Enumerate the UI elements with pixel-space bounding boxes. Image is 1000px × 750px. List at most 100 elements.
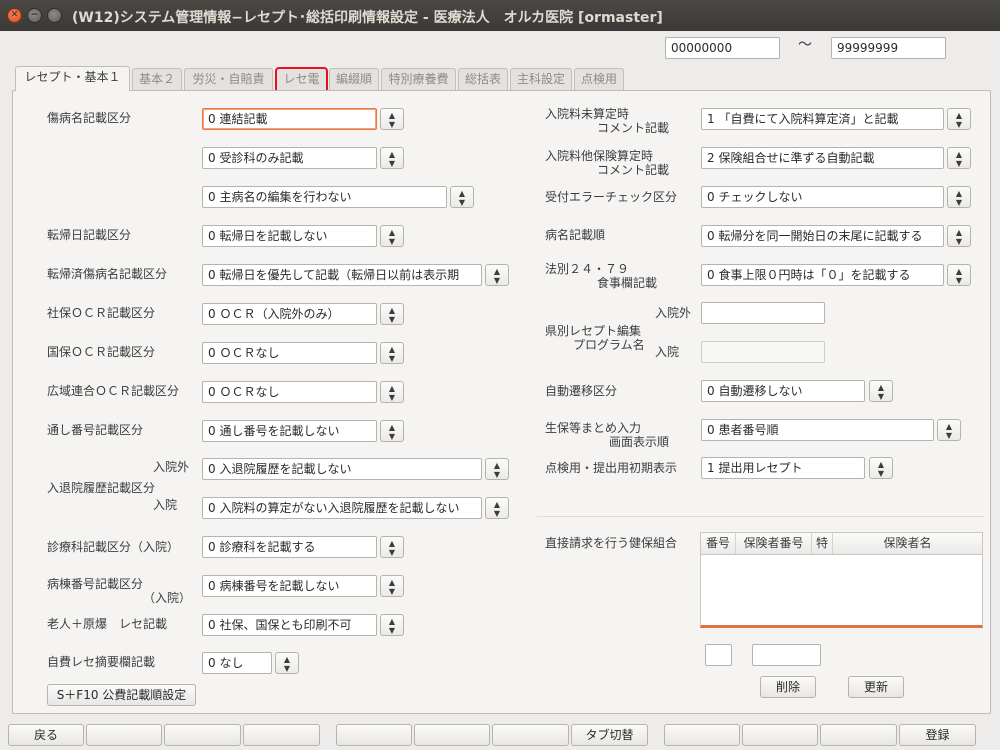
col-header-hokensha-name[interactable]: 保険者名 (833, 533, 982, 554)
byomei-spin-3[interactable]: ▲ ▼ (450, 186, 474, 208)
jido-spin[interactable]: ▲ ▼ (869, 380, 893, 402)
byomei-label: 傷病名記載区分 (47, 111, 132, 125)
tenken-combo[interactable]: 1 提出用レセプト (701, 457, 865, 479)
shinryoka-combo[interactable]: 0 診療科を記載する (202, 536, 377, 558)
byomeijun-combo[interactable]: 0 転帰分を同一開始日の末尾に記載する (701, 225, 944, 247)
fkey-register-button[interactable]: 登録 (899, 724, 976, 746)
rojin-combo[interactable]: 0 社保、国保とも印刷不可 (202, 614, 377, 636)
tahoken-spin[interactable]: ▲ ▼ (947, 147, 971, 169)
shaho-ocr-spin[interactable]: ▲ ▼ (380, 303, 404, 325)
byoto-label: 病棟番号記載区分 (47, 577, 144, 591)
jihi-spin[interactable]: ▲ ▼ (275, 652, 299, 674)
nyutai-gai-spin[interactable]: ▲ ▼ (485, 458, 509, 480)
fkey-11-button[interactable] (820, 724, 897, 746)
fkey-3-button[interactable] (164, 724, 241, 746)
chokusetsu-label: 直接請求を行う健保組合 (545, 536, 678, 550)
tab-shuka-settei[interactable]: 主科設定 (510, 68, 572, 91)
byomei-spin-1[interactable]: ▲ ▼ (380, 108, 404, 130)
col-header-number[interactable]: 番号 (701, 533, 736, 554)
tenkizumi-combo[interactable]: 0 転帰日を優先して記載（転帰日以前は表示期 (202, 264, 482, 286)
nyutai-gai-combo[interactable]: 0 入退院履歴を記載しない (202, 458, 482, 480)
byomei-spin-2[interactable]: ▲ ▼ (380, 147, 404, 169)
byoto-spin[interactable]: ▲ ▼ (380, 575, 404, 597)
seiho-spin[interactable]: ▲ ▼ (937, 419, 961, 441)
jihi-combo[interactable]: 0 なし (202, 652, 272, 674)
kenbetsu-gai-field[interactable] (701, 302, 825, 324)
nyuinryo-combo[interactable]: 1 「自費にて入院料算定済」と記載 (701, 108, 944, 130)
jido-combo[interactable]: 0 自動遷移しない (701, 380, 865, 402)
rojin-spin[interactable]: ▲ ▼ (380, 614, 404, 636)
col-header-toku[interactable]: 特 (812, 533, 833, 554)
updown-arrow-icon: ▲ ▼ (955, 228, 963, 246)
uketsuke-spin[interactable]: ▲ ▼ (947, 186, 971, 208)
tenkizumi-label: 転帰済傷病名記載区分 (47, 267, 168, 281)
tenken-spin[interactable]: ▲ ▼ (869, 457, 893, 479)
fkey-tab-switch-button[interactable]: タブ切替 (571, 724, 648, 746)
tab-rosai-jibaiseki[interactable]: 労災・自賠責 (184, 68, 273, 91)
col-header-hokensha-number[interactable]: 保険者番号 (736, 533, 812, 554)
uketsuke-combo[interactable]: 0 チェックしない (701, 186, 944, 208)
tab-receipt-basic1[interactable]: レセプト・基本１ (15, 66, 130, 91)
fkey-9-button[interactable] (664, 724, 740, 746)
tab-receden[interactable]: レセ電 (275, 67, 328, 92)
nyutai-in-spin[interactable]: ▲ ▼ (485, 497, 509, 519)
tahoken-label-1: 入院料他保険算定時 (545, 149, 654, 163)
kohi-order-button[interactable]: S＋F10 公費記載順設定 (47, 684, 196, 706)
byoto-combo[interactable]: 0 病棟番号を記載しない (202, 575, 377, 597)
window-close-button[interactable]: ✕ (7, 8, 22, 23)
tenkizumi-spin[interactable]: ▲ ▼ (485, 264, 509, 286)
kenpo-kumiai-table[interactable]: 番号 保険者番号 特 保険者名 (700, 532, 983, 628)
tab-basic2[interactable]: 基本２ (132, 68, 182, 91)
fkey-4-button[interactable] (243, 724, 320, 746)
kokuho-ocr-combo[interactable]: 0 ＯＣＲなし (202, 342, 377, 364)
koiki-ocr-spin[interactable]: ▲ ▼ (380, 381, 404, 403)
nyutai-in-label: 入院 (153, 498, 178, 512)
nyutai-in-combo[interactable]: 0 入院料の算定がない入退院履歴を記載しない (202, 497, 482, 519)
fkey-6-button[interactable] (414, 724, 490, 746)
tab-hentetsujun[interactable]: 編綴順 (329, 68, 379, 91)
tab-sokatsuhyo[interactable]: 総括表 (458, 68, 508, 91)
kumiai-no-field[interactable] (705, 644, 732, 666)
tenki-spin[interactable]: ▲ ▼ (380, 225, 404, 247)
range-from-field[interactable]: 00000000 (665, 37, 780, 59)
uketsuke-label: 受付エラーチェック区分 (545, 190, 678, 204)
range-tilde: 〜 (798, 37, 812, 53)
fkey-2-button[interactable] (86, 724, 162, 746)
updown-arrow-icon: ▲ ▼ (388, 345, 396, 363)
window-minimize-button[interactable]: − (27, 8, 42, 23)
shinryoka-spin[interactable]: ▲ ▼ (380, 536, 404, 558)
kokuho-ocr-spin[interactable]: ▲ ▼ (380, 342, 404, 364)
tab-tokubetsu-ryoyohi[interactable]: 特別療養費 (381, 68, 456, 91)
range-to-field[interactable]: 99999999 (831, 37, 946, 59)
toshi-bango-combo[interactable]: 0 通し番号を記載しない (202, 420, 377, 442)
tab-tenkenyo[interactable]: 点検用 (574, 68, 624, 91)
updown-arrow-icon: ▲ ▼ (283, 655, 291, 673)
kenbetsu-in-label: 入院 (655, 345, 680, 359)
window-maximize-button[interactable] (47, 8, 62, 23)
byomei-combo-1[interactable]: 0 連結記載 (202, 108, 377, 130)
fkey-10-button[interactable] (742, 724, 818, 746)
byomei-combo-2[interactable]: 0 受診科のみ記載 (202, 147, 377, 169)
updown-arrow-icon: ▲ ▼ (877, 383, 885, 401)
toshi-bango-spin[interactable]: ▲ ▼ (380, 420, 404, 442)
byomei-combo-3[interactable]: 0 主病名の編集を行わない (202, 186, 447, 208)
hobetsu-combo[interactable]: 0 食事上限０円時は「０」を記載する (701, 264, 944, 286)
updown-arrow-icon: ▲ ▼ (388, 384, 396, 402)
updown-arrow-icon: ▲ ▼ (388, 617, 396, 635)
tahoken-combo[interactable]: 2 保険組合せに準ずる自動記載 (701, 147, 944, 169)
update-button[interactable]: 更新 (848, 676, 904, 698)
kokuho-ocr-label: 国保ＯＣＲ記載区分 (47, 345, 156, 359)
hobetsu-spin[interactable]: ▲ ▼ (947, 264, 971, 286)
fkey-7-button[interactable] (492, 724, 569, 746)
fkey-back-button[interactable]: 戻る (8, 724, 84, 746)
tenki-combo[interactable]: 0 転帰日を記載しない (202, 225, 377, 247)
shaho-ocr-combo[interactable]: 0 ＯＣＲ（入院外のみ） (202, 303, 377, 325)
koiki-ocr-combo[interactable]: 0 ＯＣＲなし (202, 381, 377, 403)
delete-button[interactable]: 削除 (760, 676, 816, 698)
byomeijun-spin[interactable]: ▲ ▼ (947, 225, 971, 247)
nyuinryo-spin[interactable]: ▲ ▼ (947, 108, 971, 130)
fkey-5-button[interactable] (336, 724, 412, 746)
updown-arrow-icon: ▲ ▼ (388, 578, 396, 596)
seiho-combo[interactable]: 0 患者番号順 (701, 419, 934, 441)
kumiai-hokensha-field[interactable] (752, 644, 821, 666)
